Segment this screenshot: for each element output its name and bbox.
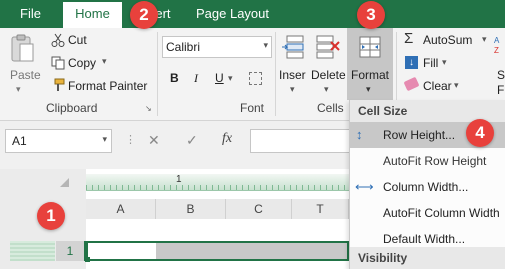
font-name-select[interactable]: Calibri ▾ xyxy=(162,36,272,58)
menu-item-label: Row Height... xyxy=(383,128,456,142)
name-box-chevron-icon: ▾ xyxy=(102,134,107,144)
selected-row-1[interactable] xyxy=(86,241,349,261)
column-width-ruler: 1 xyxy=(86,174,349,191)
fill-chevron-icon[interactable]: ▾ xyxy=(442,57,447,68)
insert-chevron-icon[interactable]: ▾ xyxy=(290,84,295,95)
copy-chevron-icon[interactable]: ▾ xyxy=(102,56,107,67)
delete-chevron-icon[interactable]: ▾ xyxy=(324,84,329,95)
callout-badge-1: 1 xyxy=(37,202,65,230)
paste-button[interactable]: Paste xyxy=(10,68,41,82)
name-box[interactable]: A1 ▾ xyxy=(5,129,112,153)
format-chevron-icon: ▾ xyxy=(366,84,371,94)
chevron-down-icon: ▾ xyxy=(263,40,268,50)
tab-file[interactable]: File xyxy=(20,0,41,28)
insert-function-button[interactable]: fx xyxy=(222,131,232,147)
enter-icon[interactable]: ✓ xyxy=(186,132,198,149)
active-cell-a1[interactable] xyxy=(88,243,156,259)
sort-filter-label-2: Filt xyxy=(497,83,505,97)
tab-home[interactable]: Home xyxy=(63,2,122,28)
font-group-label: Font xyxy=(240,101,265,115)
select-all-icon[interactable] xyxy=(60,178,69,187)
underline-button[interactable]: U xyxy=(215,71,224,85)
row-height-icon: ↕ xyxy=(356,127,363,142)
tab-page-layout[interactable]: Page Layout xyxy=(196,0,269,28)
ruler-ticks xyxy=(86,185,349,190)
column-header-b[interactable]: B xyxy=(156,199,226,219)
insert-cells-icon[interactable] xyxy=(281,34,305,60)
sort-filter-icon[interactable]: AZ xyxy=(494,34,505,56)
ruler-mark: 1 xyxy=(176,174,182,185)
column-width-icon: ⟷ xyxy=(355,179,374,194)
autosum-icon: Σ xyxy=(404,30,414,47)
clipboard-launcher-icon[interactable]: ↘ xyxy=(145,104,152,113)
fill-down-icon: ↓ xyxy=(405,56,418,69)
format-cells-icon xyxy=(357,34,383,60)
cells-group-label: Cells xyxy=(317,101,344,115)
svg-text:A: A xyxy=(494,36,500,45)
delete-cells-icon[interactable] xyxy=(315,34,341,60)
paste-icon[interactable] xyxy=(9,34,35,62)
cancel-icon[interactable]: ✕ xyxy=(148,132,160,149)
svg-text:Z: Z xyxy=(494,46,499,55)
callout-badge-2: 2 xyxy=(130,1,158,29)
menu-item-label: AutoFit Row Height xyxy=(383,154,487,168)
borders-icon[interactable] xyxy=(249,72,262,85)
scissors-icon xyxy=(51,33,65,47)
callout-badge-4: 4 xyxy=(466,119,494,147)
eraser-icon xyxy=(403,76,420,92)
menu-item-autofit-column-width[interactable]: AutoFit Column Width xyxy=(350,200,505,226)
insert-button[interactable]: Inser xyxy=(279,68,306,82)
autosum-button[interactable]: AutoSum xyxy=(423,33,472,47)
fill-button[interactable]: Fill xyxy=(423,56,438,70)
format-painter-button[interactable]: Format Painter xyxy=(68,79,147,93)
divider xyxy=(157,32,158,116)
callout-badge-3: 3 xyxy=(357,1,385,29)
menu-section-visibility: Visibility xyxy=(350,247,505,269)
autosum-chevron-icon[interactable]: ▾ xyxy=(482,34,487,45)
formula-bar-handle-icon[interactable]: ⋮ xyxy=(125,133,136,146)
column-header-a[interactable]: A xyxy=(86,199,156,219)
clipboard-group-label: Clipboard xyxy=(46,101,98,115)
paste-chevron-icon[interactable]: ▾ xyxy=(16,84,21,95)
format-label: Format xyxy=(351,68,390,82)
cut-button[interactable]: Cut xyxy=(68,33,87,47)
divider xyxy=(275,32,276,116)
italic-button[interactable]: I xyxy=(194,71,198,86)
font-name-value: Calibri xyxy=(166,40,201,54)
format-button[interactable]: Format ▾ xyxy=(347,28,393,100)
menu-item-label: AutoFit Column Width xyxy=(383,206,500,220)
copy-button[interactable]: Copy xyxy=(68,56,96,70)
copy-icon xyxy=(51,56,65,70)
menu-item-autofit-row-height[interactable]: AutoFit Row Height xyxy=(350,148,505,174)
row-header-1[interactable]: 1 xyxy=(56,241,86,261)
column-header-c[interactable]: C xyxy=(226,199,292,219)
ribbon-tab-bar: File Home Insert Page Layout xyxy=(0,0,505,28)
menu-item-column-width[interactable]: ⟷ Column Width... xyxy=(350,174,505,200)
clear-button[interactable]: Clear xyxy=(423,79,452,93)
delete-button[interactable]: Delete xyxy=(311,68,346,82)
sort-filter-label-1: So xyxy=(497,68,505,82)
fill-handle[interactable] xyxy=(85,257,90,262)
row-height-ruler xyxy=(10,241,55,261)
underline-chevron-icon[interactable]: ▾ xyxy=(228,73,233,84)
clear-chevron-icon[interactable]: ▾ xyxy=(454,80,459,91)
column-header-t[interactable]: T xyxy=(292,199,349,219)
bold-button[interactable]: B xyxy=(170,71,179,85)
format-painter-icon xyxy=(51,78,65,92)
name-box-value: A1 xyxy=(12,134,27,148)
menu-item-label: Column Width... xyxy=(383,180,469,194)
